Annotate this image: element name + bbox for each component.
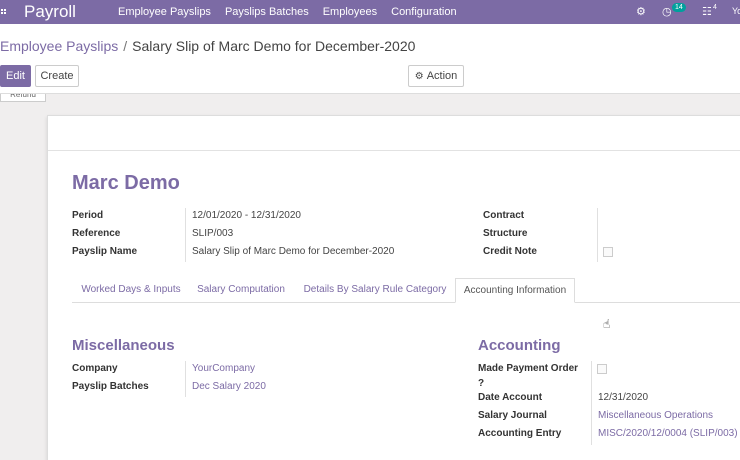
breadcrumb-parent[interactable]: Employee Payslips	[0, 38, 118, 54]
employee-name: Marc Demo	[72, 172, 180, 194]
payslip-batches-label: Payslip Batches	[72, 381, 149, 392]
company-label: Company	[72, 363, 118, 374]
field-divider	[185, 208, 186, 262]
payslip-name-value: Salary Slip of Marc Demo for December-20…	[192, 246, 395, 257]
payslip-batches-link[interactable]: Dec Salary 2020	[192, 381, 266, 392]
field-divider	[591, 361, 592, 445]
made-payment-order-label: Made Payment Order	[478, 363, 579, 374]
gear-icon: ⚙	[414, 71, 424, 82]
tab-salary-computation[interactable]: Salary Computation	[191, 278, 291, 303]
breadcrumb-separator: /	[123, 38, 128, 54]
menu-payslips-batches[interactable]: Payslips Batches	[225, 0, 323, 24]
date-account-label: Date Account	[478, 392, 543, 403]
action-label: Action	[426, 70, 458, 82]
accounting-entry-link[interactable]: MISC/2020/12/0004 (SLIP/003)	[598, 428, 738, 439]
create-button[interactable]: Create	[35, 65, 79, 87]
chat-icon[interactable]: ☷	[702, 5, 712, 18]
bug-icon[interactable]: ⚙	[636, 5, 646, 18]
top-navbar: Payroll Employee Payslips Payslips Batch…	[0, 0, 740, 24]
date-account-value: 12/31/2020	[598, 392, 649, 403]
period-label: Period	[72, 210, 104, 221]
reference-label: Reference	[72, 228, 121, 239]
structure-label: Structure	[483, 228, 528, 239]
messages-badge: 4	[713, 4, 717, 11]
salary-journal-link[interactable]: Miscellaneous Operations	[598, 410, 713, 421]
field-divider	[185, 361, 186, 397]
made-payment-order-checkbox[interactable]	[597, 364, 607, 374]
refund-button[interactable]: Refund	[0, 94, 46, 102]
control-panel: Employee Payslips / Salary Slip of Marc De…	[0, 24, 740, 94]
period-value: 12/01/2020 - 12/31/2020	[192, 210, 301, 221]
app-brand[interactable]: Payroll	[24, 2, 76, 22]
notebook-tabs: Worked Days & Inputs Salary Computation …	[72, 278, 740, 303]
contract-label: Contract	[483, 210, 525, 221]
user-menu[interactable]: Yo	[732, 6, 740, 16]
menu-configuration[interactable]: Configuration	[391, 0, 470, 24]
breadcrumb-current: Salary Slip of Marc Demo for December-20…	[132, 38, 416, 54]
payslip-form-sheet: Marc Demo Period 12/01/2020 - 12/31/2020…	[47, 115, 740, 460]
sheet-statusbar	[48, 116, 740, 151]
accounting-title: Accounting	[478, 337, 561, 354]
hand-cursor-icon: ☝	[603, 317, 611, 331]
payslip-name-label: Payslip Name	[72, 246, 138, 257]
miscellaneous-title: Miscellaneous	[72, 337, 175, 354]
accounting-entry-label: Accounting Entry	[478, 428, 562, 439]
company-link[interactable]: YourCompany	[192, 363, 255, 374]
breadcrumb: Employee Payslips / Salary Slip of Marc De…	[0, 38, 415, 54]
credit-note-checkbox[interactable]	[603, 247, 613, 257]
menu-employee-payslips[interactable]: Employee Payslips	[118, 0, 225, 24]
tab-details-by-category[interactable]: Details By Salary Rule Category	[292, 278, 458, 303]
edit-button[interactable]: Edit	[0, 65, 31, 87]
main-menu: Employee Payslips Payslips Batches Emplo…	[118, 0, 471, 24]
apps-icon[interactable]	[1, 9, 6, 14]
field-divider	[597, 208, 598, 262]
tab-accounting-information[interactable]: Accounting Information	[455, 278, 575, 303]
action-button[interactable]: ⚙ Action	[408, 65, 464, 87]
made-payment-order-label-cont: ?	[478, 378, 485, 389]
tab-worked-days[interactable]: Worked Days & Inputs	[72, 278, 190, 303]
reference-value: SLIP/003	[192, 228, 234, 239]
activity-badge: 14	[672, 3, 686, 12]
menu-employees[interactable]: Employees	[323, 0, 391, 24]
clock-icon[interactable]: ◷	[662, 5, 672, 18]
credit-note-label: Credit Note	[483, 246, 537, 257]
salary-journal-label: Salary Journal	[478, 410, 547, 421]
